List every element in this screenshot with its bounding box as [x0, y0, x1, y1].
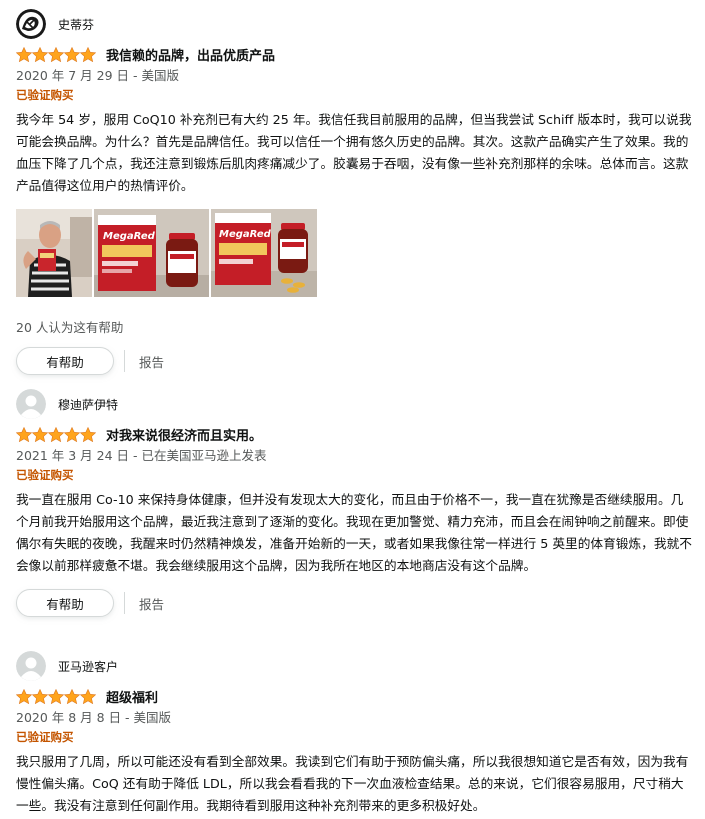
- reviewer-profile[interactable]: 史蒂芬: [16, 9, 696, 39]
- review-date: 2021 年 3 月 24 日 - 已在美国亚马逊上发表: [16, 448, 267, 463]
- default-avatar-icon: [16, 389, 46, 419]
- helpful-button[interactable]: 有帮助: [16, 347, 114, 375]
- review-header: 超级福利: [16, 687, 696, 706]
- review-card: 穆迪萨伊特 对我来说很经济而且实用。 2021 年 3 月 24 日 - 已在美…: [16, 389, 696, 617]
- action-divider: [124, 350, 125, 372]
- star-icon: [80, 46, 96, 62]
- review-title[interactable]: 超级福利: [106, 687, 158, 706]
- star-icon: [64, 46, 80, 62]
- review-images: MegaRed MegaRed: [16, 209, 696, 297]
- star-icon: [64, 688, 80, 704]
- review-actions: 有帮助 报告: [16, 589, 696, 617]
- star-icon: [32, 688, 48, 704]
- star-icon: [16, 46, 32, 62]
- custom-avatar-icon: [16, 9, 46, 39]
- megared-box-and-bottle-image: MegaRed: [94, 209, 209, 297]
- man-holding-product-image: [16, 209, 92, 297]
- review-body: 我只服用了几周，所以可能还没有看到全部效果。我读到它们有助于预防偏头痛，所以我很…: [16, 754, 689, 813]
- review-title[interactable]: 我信赖的品牌，出品优质产品: [106, 45, 275, 64]
- review-header: 对我来说很经济而且实用。: [16, 425, 696, 444]
- svg-text:MegaRed: MegaRed: [219, 229, 272, 240]
- reviewer-name[interactable]: 亚马逊客户: [58, 658, 118, 675]
- review-card: 亚马逊客户 超级福利 2020 年 8 月 8 日 - 美国版 已验证购买 我只…: [16, 651, 696, 817]
- review-body: 我今年 54 岁，服用 CoQ10 补充剂已有大约 25 年。我信任我目前服用的…: [16, 112, 692, 193]
- star-rating[interactable]: [16, 688, 96, 704]
- star-icon: [32, 46, 48, 62]
- review-date: 2020 年 7 月 29 日 - 美国版: [16, 68, 179, 83]
- review-image-thumbnail[interactable]: MegaRed: [94, 209, 209, 297]
- verified-purchase-badge: 已验证购买: [16, 468, 74, 482]
- review-image-thumbnail[interactable]: [16, 209, 92, 297]
- star-icon: [48, 46, 64, 62]
- review-title[interactable]: 对我来说很经济而且实用。: [106, 425, 262, 444]
- star-icon: [48, 426, 64, 442]
- svg-text:MegaRed: MegaRed: [103, 231, 156, 242]
- helpful-count: 20 人认为这有帮助: [16, 320, 124, 335]
- star-icon: [16, 426, 32, 442]
- verified-purchase-badge: 已验证购买: [16, 88, 74, 102]
- star-icon: [80, 688, 96, 704]
- star-rating[interactable]: [16, 426, 96, 442]
- default-avatar-icon: [16, 651, 46, 681]
- star-icon: [32, 426, 48, 442]
- review-header: 我信赖的品牌，出品优质产品: [16, 45, 696, 64]
- star-icon: [80, 426, 96, 442]
- star-icon: [16, 688, 32, 704]
- verified-purchase-badge: 已验证购买: [16, 730, 74, 744]
- report-link[interactable]: 报告: [139, 594, 164, 613]
- review-card: 史蒂芬 我信赖的品牌，出品优质产品 2020 年 7 月 29 日 - 美国版 …: [16, 9, 696, 375]
- star-icon: [64, 426, 80, 442]
- megared-box-bottle-capsules-image: MegaRed: [211, 209, 317, 297]
- review-date: 2020 年 8 月 8 日 - 美国版: [16, 710, 172, 725]
- action-divider: [124, 592, 125, 614]
- review-actions: 有帮助 报告: [16, 347, 696, 375]
- star-rating[interactable]: [16, 46, 96, 62]
- reviewer-name[interactable]: 穆迪萨伊特: [58, 396, 118, 413]
- reviewer-profile[interactable]: 亚马逊客户: [16, 651, 696, 681]
- report-link[interactable]: 报告: [139, 352, 164, 371]
- review-body: 我一直在服用 Co-10 来保持身体健康，但并没有发现太大的变化，而且由于价格不…: [16, 492, 692, 573]
- star-icon: [48, 688, 64, 704]
- reviewer-name[interactable]: 史蒂芬: [58, 16, 94, 33]
- reviewer-profile[interactable]: 穆迪萨伊特: [16, 389, 696, 419]
- review-image-thumbnail[interactable]: MegaRed: [211, 209, 317, 297]
- helpful-button[interactable]: 有帮助: [16, 589, 114, 617]
